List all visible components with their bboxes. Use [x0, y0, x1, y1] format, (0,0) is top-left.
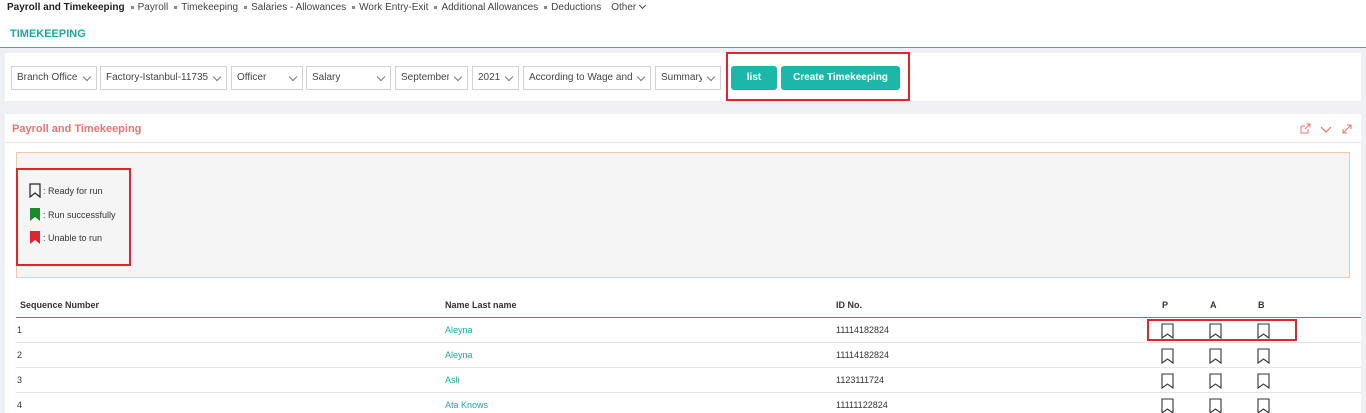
chevron-down-icon: [504, 72, 514, 82]
nav-timekeeping[interactable]: Timekeeping: [174, 2, 238, 13]
bullet-icon: [244, 5, 248, 9]
chevron-down-icon: [636, 72, 646, 82]
chevron-down-icon: [288, 72, 298, 82]
page-title: TIMEKEEPING: [10, 28, 86, 40]
chevron-down-icon[interactable]: [1320, 123, 1332, 135]
bookmark-outline-icon[interactable]: [1257, 373, 1270, 389]
nav-label: Payroll: [137, 1, 169, 13]
nav-payroll[interactable]: Payroll: [130, 1, 169, 13]
select-value: September: [401, 72, 449, 83]
filter-panel: Branch Office Factory-Istanbul-11735( Of…: [5, 52, 1361, 101]
bookmark-outline-icon[interactable]: [1257, 348, 1270, 364]
month-select[interactable]: September: [395, 66, 468, 90]
year-select[interactable]: 2021: [472, 66, 519, 90]
bullet-icon: [544, 5, 548, 9]
nav-other-dropdown[interactable]: Other: [611, 1, 647, 13]
cell-name-link[interactable]: Aleyna: [445, 350, 473, 360]
cell-seq: 4: [17, 400, 23, 410]
nav-label: Other: [611, 1, 637, 13]
bookmark-outline-icon[interactable]: [1161, 373, 1174, 389]
bullet-icon: [434, 5, 438, 9]
payroll-timekeeping-panel: Payroll and Timekeeping : Ready for run …: [5, 114, 1361, 413]
cell-id: 1123111724: [836, 375, 885, 385]
expand-icon[interactable]: [1341, 123, 1353, 135]
panel-title: Payroll and Timekeeping: [12, 123, 142, 135]
nav-salaries-allowances[interactable]: Salaries - Allowances: [244, 2, 346, 13]
bookmark-outline-icon[interactable]: [1209, 373, 1222, 389]
cell-seq: 3: [17, 375, 23, 385]
col-header-a: A: [1210, 300, 1217, 310]
external-link-icon[interactable]: [1299, 123, 1311, 135]
chevron-down-icon: [376, 72, 386, 82]
table-row[interactable]: 3 Asli 1123111724: [16, 368, 1361, 393]
table-row[interactable]: 2 Aleyna 11114182824: [16, 343, 1361, 368]
bookmark-outline-icon[interactable]: [1209, 398, 1222, 413]
cell-id: 11114182824: [836, 325, 890, 335]
bullet-icon: [174, 5, 178, 9]
cell-seq: 2: [17, 350, 23, 360]
cell-name-link[interactable]: Aleyna: [445, 325, 473, 335]
table-row[interactable]: 4 Ata Knows 11111122824: [16, 393, 1361, 413]
cell-seq: 1: [17, 325, 23, 335]
col-header-id[interactable]: ID No.: [836, 300, 862, 310]
factory-select[interactable]: Factory-Istanbul-11735(: [100, 66, 227, 90]
chevron-down-icon: [212, 72, 222, 82]
nav-label: Additional Allowances: [441, 1, 539, 13]
nav-label: Deductions: [551, 1, 602, 13]
col-header-name[interactable]: Name Last name: [445, 300, 517, 310]
nav-additional-allowances[interactable]: Additional Allowances: [434, 2, 538, 13]
chevron-down-icon: [453, 72, 463, 82]
bullet-icon: [352, 5, 356, 9]
branch-select[interactable]: Branch Office: [11, 66, 97, 90]
bookmark-outline-icon[interactable]: [1161, 398, 1174, 413]
bookmark-outline-icon[interactable]: [1161, 348, 1174, 364]
col-header-b: B: [1258, 300, 1265, 310]
nav-label: Work Entry-Exit: [359, 1, 429, 13]
summary-select[interactable]: Summary: [655, 66, 721, 90]
select-value: According to Wage and: [529, 72, 632, 83]
col-header-p: P: [1162, 300, 1169, 310]
wage-select[interactable]: According to Wage and: [523, 66, 651, 90]
bullet-icon: [130, 5, 134, 9]
cell-name-link[interactable]: Asli: [445, 375, 460, 385]
chevron-down-icon: [639, 1, 647, 10]
highlight-box: [726, 52, 910, 101]
select-value: Salary: [312, 72, 341, 83]
nav-label: Salaries - Allowances: [251, 1, 347, 13]
nav-payroll-and-timekeeping[interactable]: Payroll and Timekeeping: [7, 2, 125, 13]
nav-deductions[interactable]: Deductions: [544, 2, 601, 13]
nav-label: Timekeeping: [181, 1, 239, 13]
bookmark-outline-icon[interactable]: [1257, 398, 1270, 413]
nav-work-entry-exit[interactable]: Work Entry-Exit: [352, 2, 428, 13]
legend-highlight-box: [16, 168, 131, 266]
select-value: 2021: [478, 72, 500, 83]
cell-name-link[interactable]: Ata Knows: [445, 400, 488, 410]
select-value: Officer: [237, 72, 267, 83]
title-bar: TIMEKEEPING: [0, 14, 1366, 48]
select-value: Branch Office: [17, 72, 78, 83]
top-nav: Payroll and Timekeeping Payroll Timekeep…: [0, 0, 1366, 14]
cell-id: 11111122824: [836, 400, 888, 410]
panel-header-divider: [5, 142, 1361, 143]
select-value: Summary: [661, 72, 702, 83]
officer-select[interactable]: Officer: [231, 66, 303, 90]
row-highlight-box: [1147, 319, 1297, 341]
legend-box: : Ready for run : Run successfully : Una…: [16, 152, 1350, 278]
cell-id: 11114182824: [836, 350, 890, 360]
select-value: Factory-Istanbul-11735(: [106, 72, 208, 83]
bookmark-outline-icon[interactable]: [1209, 348, 1222, 364]
col-header-sequence[interactable]: Sequence Number: [20, 300, 99, 310]
chevron-down-icon: [706, 72, 716, 82]
salary-select[interactable]: Salary: [306, 66, 391, 90]
chevron-down-icon: [82, 72, 92, 82]
